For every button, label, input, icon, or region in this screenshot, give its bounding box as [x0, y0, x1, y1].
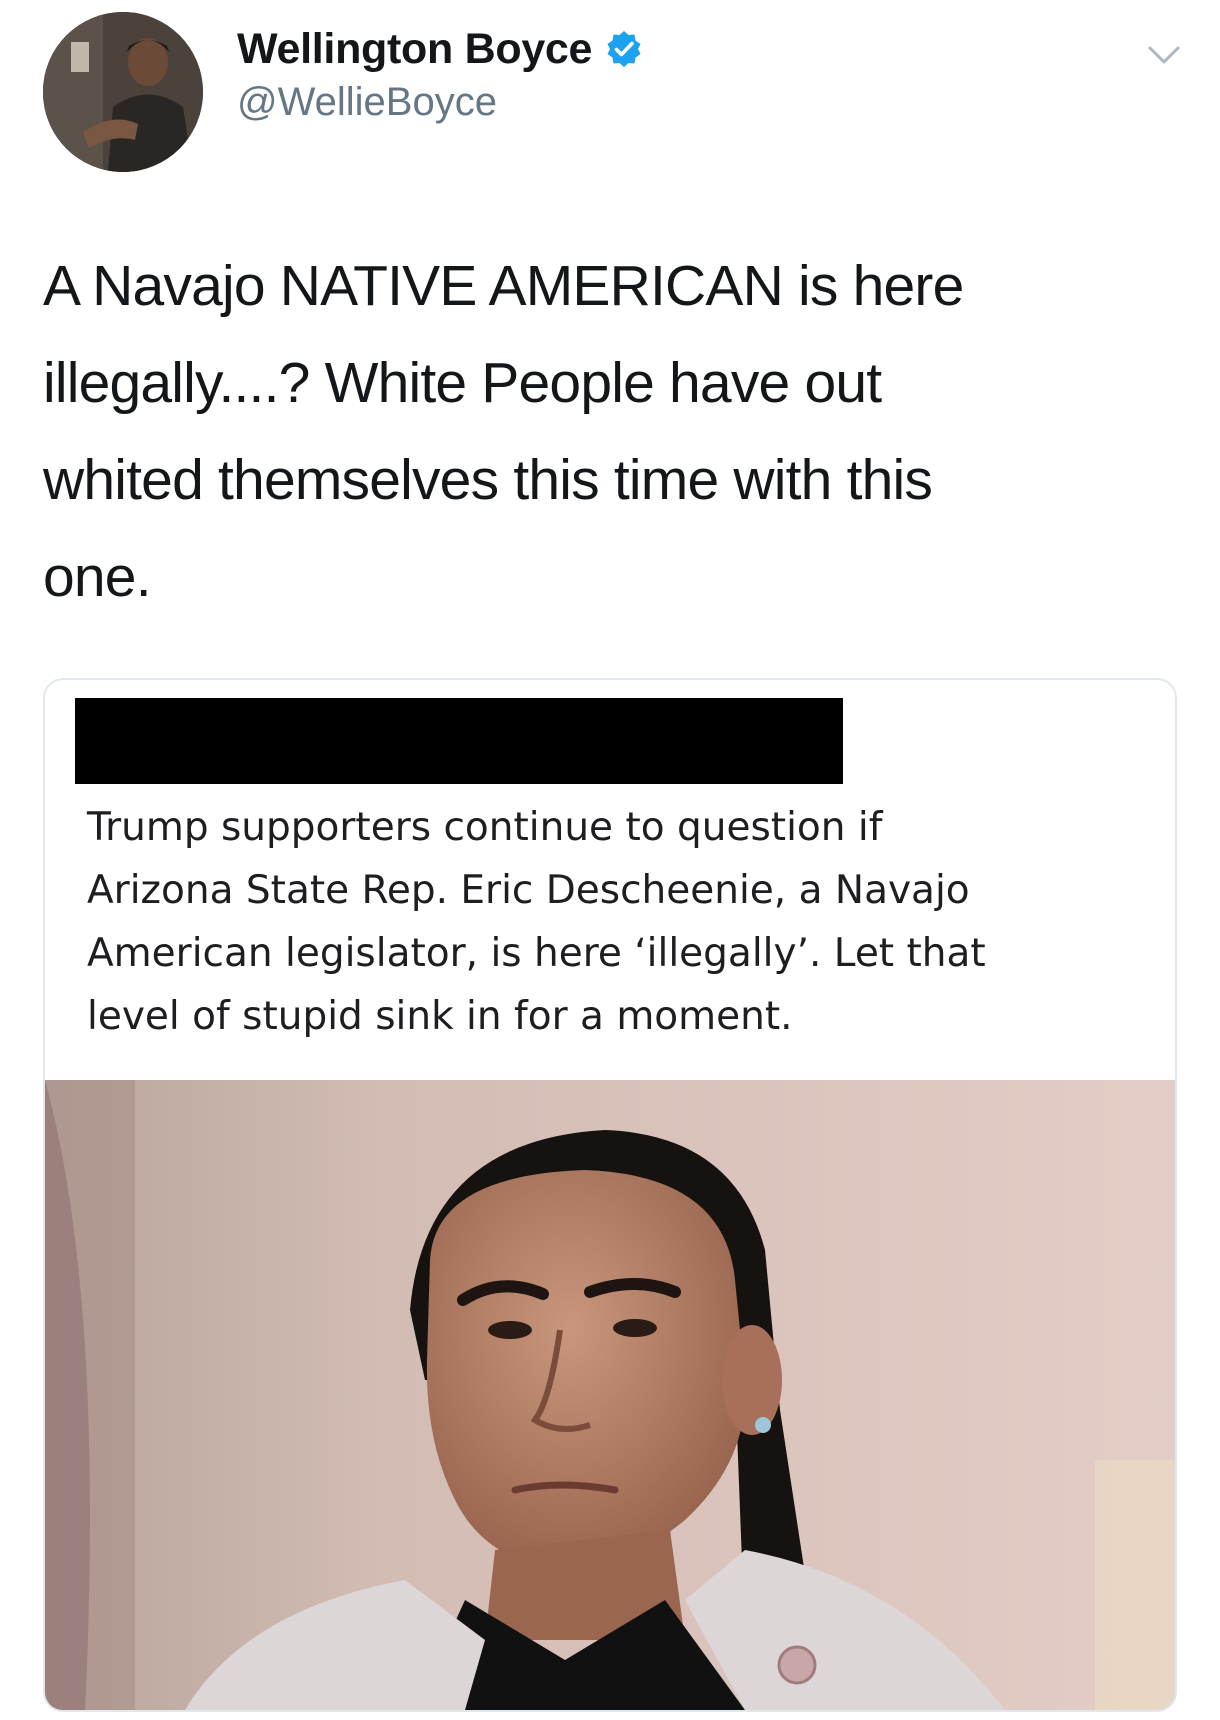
card-text: Trump supporters continue to question if… [87, 805, 986, 1039]
profile-photo-icon [43, 12, 203, 172]
display-name-row: Wellington Boyce [237, 22, 644, 76]
verified-badge-icon [604, 29, 644, 69]
user-handle[interactable]: @WellieBoyce [237, 80, 644, 125]
tweet-text: A Navajo NATIVE AMERICAN is here illegal… [43, 254, 964, 609]
card-photo[interactable] [45, 1080, 1175, 1710]
portrait-photo-icon [45, 1080, 1175, 1710]
redacted-header [75, 698, 843, 784]
avatar[interactable] [43, 12, 203, 172]
user-info: Wellington Boyce @WellieBoyce [237, 22, 644, 125]
embedded-card[interactable]: Trump supporters continue to question if… [43, 678, 1177, 1712]
chevron-down-icon[interactable] [1144, 40, 1184, 70]
display-name[interactable]: Wellington Boyce [237, 25, 592, 74]
tweet: Wellington Boyce @WellieBoyce A Navajo N… [0, 0, 1220, 1720]
